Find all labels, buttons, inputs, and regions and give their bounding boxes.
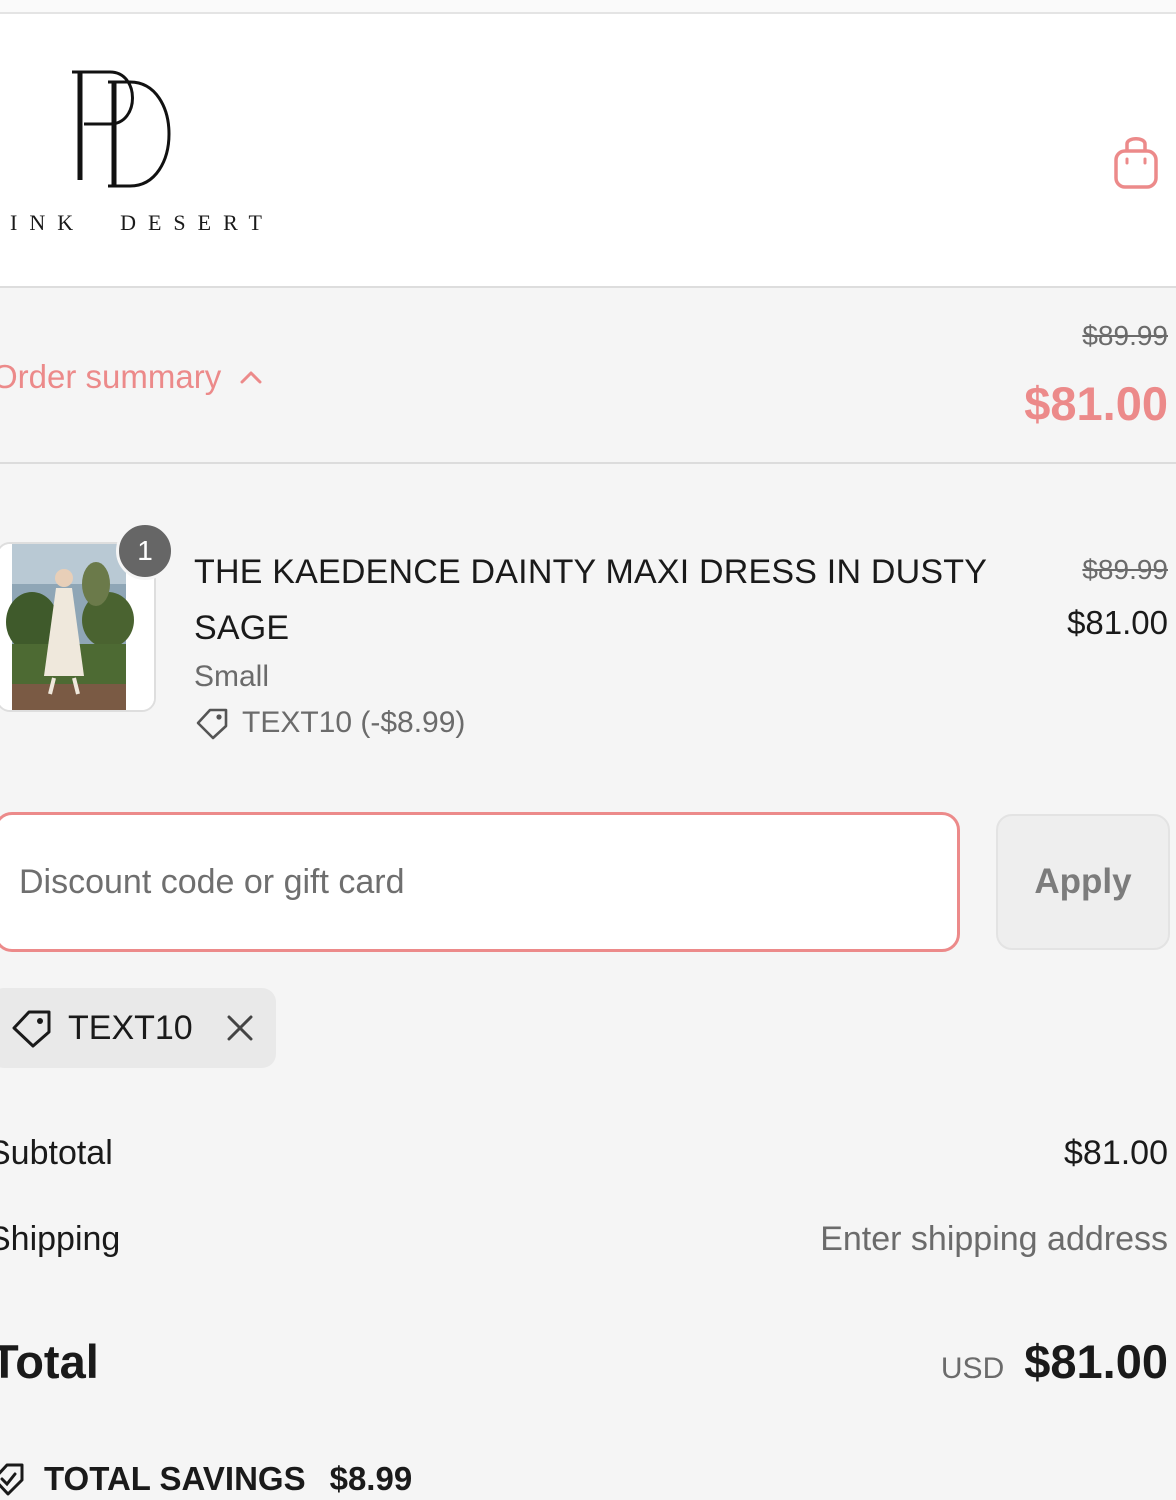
chevron-up-icon xyxy=(240,371,262,384)
savings-tag-icon xyxy=(0,1463,24,1496)
discount-code-input[interactable] xyxy=(0,812,960,952)
product-discount-text: TEXT10 (-$8.99) xyxy=(242,706,466,739)
brand-wordmark: INK DESERT xyxy=(10,210,274,235)
remove-discount-button[interactable] xyxy=(225,1013,255,1043)
total-savings-value: $8.99 xyxy=(329,1460,413,1497)
shipping-value: Enter shipping address xyxy=(820,1220,1168,1258)
close-icon xyxy=(227,1015,253,1041)
logo-monogram-icon xyxy=(72,70,171,188)
total-savings-label: TOTAL SAVINGS xyxy=(44,1460,306,1497)
total-currency: USD xyxy=(940,1352,1005,1385)
subtotal-value: $81.00 xyxy=(1064,1134,1168,1172)
apply-discount-button[interactable]: Apply xyxy=(996,814,1170,950)
product-variant: Small xyxy=(194,660,270,693)
quantity-badge: 1 xyxy=(116,522,174,580)
summary-original-price: $89.99 xyxy=(1082,320,1168,351)
total-savings: TOTAL SAVINGS $8.99 xyxy=(0,1460,412,1498)
subtotal-label: Subtotal xyxy=(0,1134,113,1172)
applied-discount-code: TEXT10 xyxy=(68,1008,193,1047)
checkout-header: INK DESERT xyxy=(0,14,1176,288)
product-original-price: $89.99 xyxy=(1082,554,1168,585)
order-summary-label: Order summary xyxy=(0,358,222,395)
brand-logo[interactable] xyxy=(70,68,180,188)
shipping-label: Shipping xyxy=(0,1220,121,1258)
product-discount: TEXT10 (-$8.99) xyxy=(194,706,465,740)
shopping-bag-icon xyxy=(1114,137,1158,189)
applied-discount-chip: TEXT10 xyxy=(0,988,276,1068)
total-label: Total xyxy=(0,1335,99,1388)
summary-price: $81.00 xyxy=(1024,377,1168,430)
tag-icon xyxy=(196,708,228,740)
total-value-group: USD $81.00 xyxy=(941,1334,1168,1389)
cart-button[interactable] xyxy=(1108,128,1164,196)
total-amount: $81.00 xyxy=(1024,1335,1168,1388)
product-title: THE KAEDENCE DAINTY MAXI DRESS IN DUSTY … xyxy=(194,553,987,647)
tag-icon xyxy=(12,1010,51,1048)
browser-top-edge xyxy=(0,0,1176,14)
order-summary-toggle-label[interactable]: Order summary xyxy=(0,358,263,396)
product-price: $81.00 xyxy=(1067,604,1168,641)
